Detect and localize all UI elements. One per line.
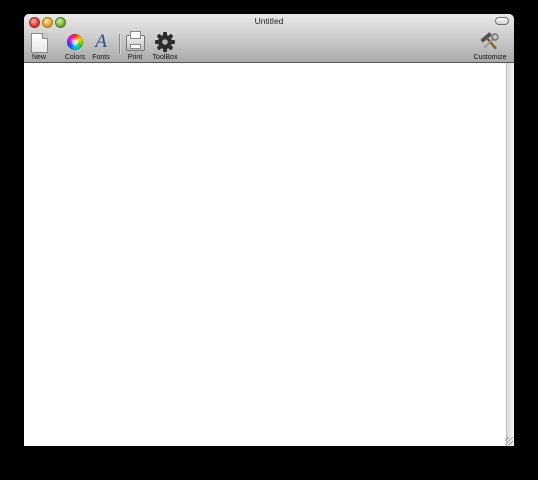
color-wheel-icon <box>64 31 86 53</box>
toolbar-separator <box>119 34 121 54</box>
colors-button[interactable]: Colors <box>63 31 87 61</box>
customize-label: Customize <box>473 54 507 61</box>
font-icon: A <box>95 31 107 52</box>
document-text-area[interactable] <box>24 63 506 446</box>
new-document-icon <box>28 31 50 53</box>
title-bar: Untitled New Colors A Fonts Print ToolBo… <box>24 14 514 63</box>
fonts-label: Fonts <box>92 54 110 61</box>
toolbar-toggle-button[interactable] <box>495 17 509 25</box>
toolbox-label: ToolBox <box>152 54 178 61</box>
customize-button[interactable]: Customize <box>470 31 510 61</box>
printer-icon <box>124 31 146 53</box>
fonts-button[interactable]: A Fonts <box>90 31 112 61</box>
vertical-scrollbar[interactable] <box>506 63 514 446</box>
app-window: Untitled New Colors A Fonts Print ToolBo… <box>24 14 514 446</box>
resize-grip-icon[interactable] <box>505 437 513 445</box>
gear-icon <box>154 31 176 53</box>
print-label: Print <box>127 54 143 61</box>
new-button[interactable]: New <box>28 31 50 61</box>
new-label: New <box>31 54 46 61</box>
window-title: Untitled <box>254 16 284 26</box>
toolbox-button[interactable]: ToolBox <box>150 31 180 61</box>
print-button[interactable]: Print <box>124 31 146 61</box>
tools-icon <box>479 31 501 53</box>
colors-label: Colors <box>64 54 86 61</box>
